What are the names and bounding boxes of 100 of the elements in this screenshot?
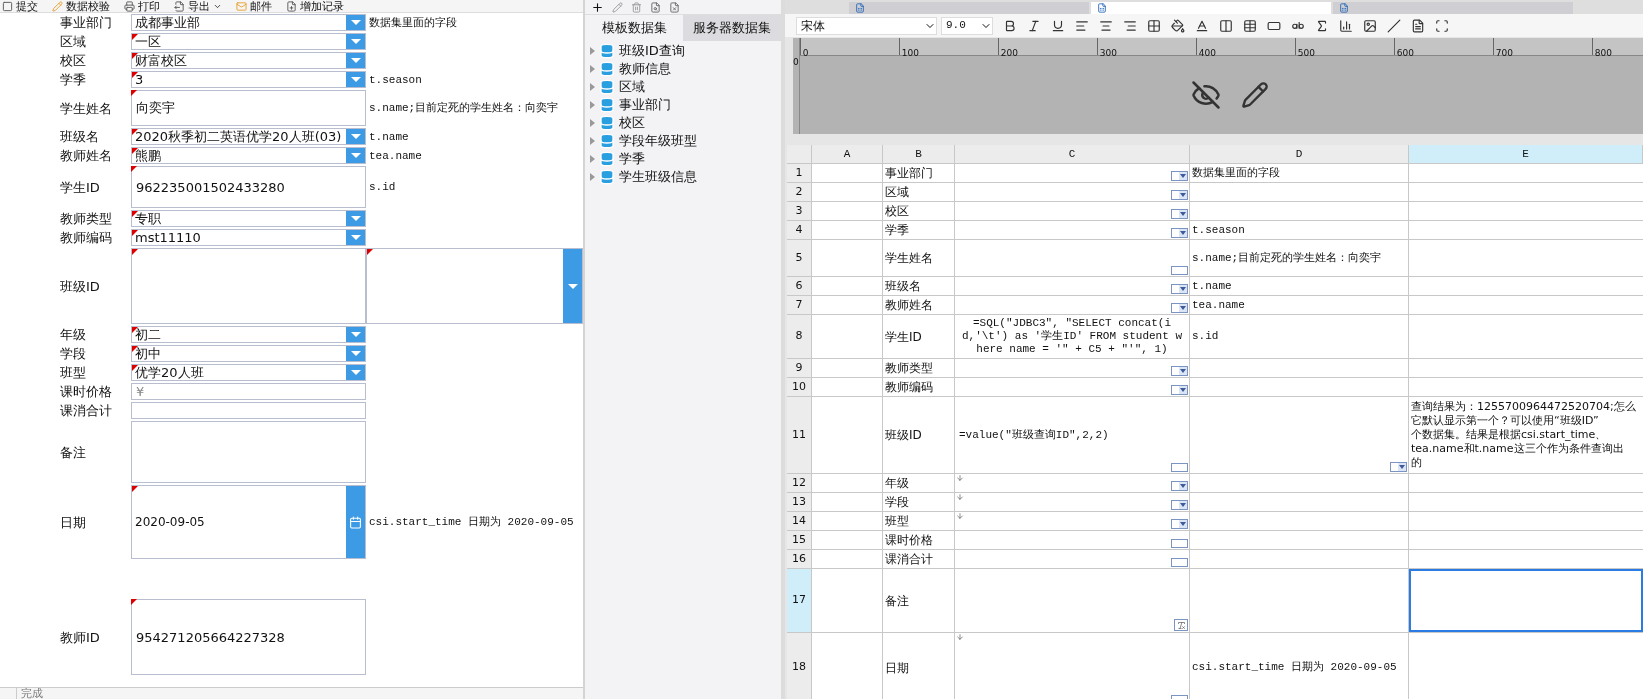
dataset-item[interactable]: 校区 [585, 114, 781, 132]
cell-text: 学季 [885, 222, 909, 239]
delete-icon[interactable] [631, 1, 642, 13]
dropdown-field[interactable]: mst11110 [131, 229, 366, 246]
image-icon[interactable] [1363, 18, 1377, 33]
row-header[interactable]: 4 [787, 221, 812, 239]
row-header[interactable]: 18 [787, 633, 812, 699]
dataset-item[interactable]: 学季 [585, 150, 781, 168]
row-header[interactable]: 12 [787, 474, 812, 492]
split-cells-icon[interactable] [1243, 18, 1257, 33]
font-color-icon[interactable] [1195, 18, 1209, 33]
field-label: 学生姓名 [60, 100, 112, 116]
expand-arrow-icon[interactable] [590, 119, 595, 127]
dataset-item[interactable]: 区域 [585, 78, 781, 96]
selected-cell[interactable] [1409, 569, 1643, 632]
ruler-label: 0 [802, 48, 809, 58]
expand-arrow-icon[interactable] [590, 101, 595, 109]
border-icon[interactable] [1147, 18, 1161, 33]
row-header[interactable]: 14 [787, 512, 812, 530]
sigma-icon[interactable] [1315, 18, 1329, 33]
text-field[interactable]: 962235001502433280 [131, 166, 366, 208]
paint-bucket-icon[interactable] [1171, 18, 1185, 33]
dataset-item[interactable]: 事业部门 [585, 96, 781, 114]
document-icon[interactable] [1411, 18, 1425, 33]
preview-icon[interactable] [650, 1, 661, 13]
column-header[interactable]: E [1409, 145, 1643, 163]
dropdown-field[interactable]: 初二 [131, 326, 366, 343]
bar-chart-icon[interactable] [1339, 18, 1353, 33]
expand-arrow-icon[interactable] [590, 83, 595, 91]
dropdown-field[interactable]: 优学20人班 [131, 364, 366, 381]
pencil-icon[interactable] [1241, 81, 1270, 109]
row-header[interactable]: 13 [787, 493, 812, 511]
dropdown-field[interactable]: 熊鹏 [131, 147, 366, 164]
italic-icon[interactable] [1027, 18, 1041, 33]
ruler-label: 600 [1396, 48, 1414, 58]
bold-icon[interactable] [1003, 18, 1017, 33]
text-field[interactable] [131, 402, 366, 419]
dropdown-field[interactable]: 财富校区 [131, 52, 366, 69]
column-header[interactable]: A [812, 145, 883, 163]
dataset-item[interactable]: 教师信息 [585, 60, 781, 78]
toolbar-button[interactable]: 提交 [2, 0, 38, 12]
toolbar-button[interactable]: 增加记录 [286, 0, 344, 12]
toolbar-button[interactable]: 邮件 [236, 0, 272, 12]
row-header[interactable]: 1 [787, 164, 812, 182]
dropdown-field[interactable]: 初中 [131, 345, 366, 362]
dropdown-field[interactable]: 3 [131, 71, 366, 88]
row-header[interactable]: 6 [787, 277, 812, 295]
underline-icon[interactable] [1051, 18, 1065, 33]
row-header[interactable]: 16 [787, 550, 812, 568]
column-header[interactable]: B [883, 145, 955, 163]
expand-arrow-icon[interactable] [590, 47, 595, 55]
text-field[interactable] [131, 248, 366, 324]
dropdown-field[interactable]: 成都事业部 [131, 14, 366, 31]
expand-arrow-icon[interactable] [590, 173, 595, 181]
font-size-select[interactable]: 9.0 [941, 16, 993, 35]
row-header[interactable]: 9 [787, 359, 812, 377]
expand-arrow-icon[interactable] [590, 65, 595, 73]
row-header[interactable]: 3 [787, 202, 812, 220]
row-header[interactable]: 10 [787, 378, 812, 396]
edit-icon[interactable] [612, 1, 623, 13]
row-header[interactable]: 15 [787, 531, 812, 549]
panel-tab[interactable]: 服务器数据集 [683, 15, 781, 41]
align-right-icon[interactable] [1123, 18, 1137, 33]
merge-cells-icon[interactable] [1219, 18, 1233, 33]
dropdown-field[interactable]: 一区 [131, 33, 366, 50]
text-field[interactable]: ¥ [131, 383, 366, 400]
expand-arrow-icon[interactable] [590, 155, 595, 163]
hidden-eye-icon[interactable] [1191, 80, 1222, 110]
date-field[interactable]: 2020-09-05 [131, 485, 366, 559]
text-field[interactable]: 954271205664227328 [131, 599, 366, 675]
text-field[interactable]: 向奕宇 [131, 90, 366, 126]
dataset-item[interactable]: 学段年级班型 [585, 132, 781, 150]
frame-icon[interactable] [1435, 18, 1449, 33]
row-header[interactable]: 11 [787, 397, 812, 473]
toolbar-button[interactable]: 数据校验 [52, 0, 110, 12]
column-header[interactable]: C [955, 145, 1190, 163]
row-header[interactable]: 17 [787, 569, 812, 632]
dataset-item[interactable]: 班级ID查询 [585, 42, 781, 60]
field-label: 教师ID [60, 629, 100, 645]
field-note: tea.name [369, 148, 422, 163]
field-label: 教师编码 [60, 230, 112, 245]
calendar-icon[interactable] [346, 486, 365, 558]
dropdown-field[interactable]: 2020秋季初二英语优学20人班(03) [131, 128, 366, 145]
align-left-icon[interactable] [1075, 18, 1089, 33]
expand-arrow-icon[interactable] [590, 137, 595, 145]
row-header[interactable]: 8 [787, 315, 812, 358]
row-header[interactable]: 7 [787, 296, 812, 314]
row-header[interactable]: 2 [787, 183, 812, 201]
add-icon[interactable] [591, 0, 604, 14]
dropdown-field[interactable]: 专职 [131, 210, 366, 227]
toolbar-button[interactable]: 打印 [124, 0, 160, 12]
text-field[interactable] [131, 421, 366, 483]
dropdown-field[interactable] [366, 248, 583, 324]
slash-icon[interactable] [1387, 18, 1401, 33]
font-select[interactable]: 宋体 [796, 16, 937, 35]
row-header[interactable]: 5 [787, 240, 812, 276]
dataset-item[interactable]: 学生班级信息 [585, 168, 781, 186]
align-center-icon[interactable] [1099, 18, 1113, 33]
toolbar-button[interactable]: 导出 [174, 0, 222, 12]
field-note: s.name;目前定死的学生姓名：向奕宇 [369, 101, 559, 115]
